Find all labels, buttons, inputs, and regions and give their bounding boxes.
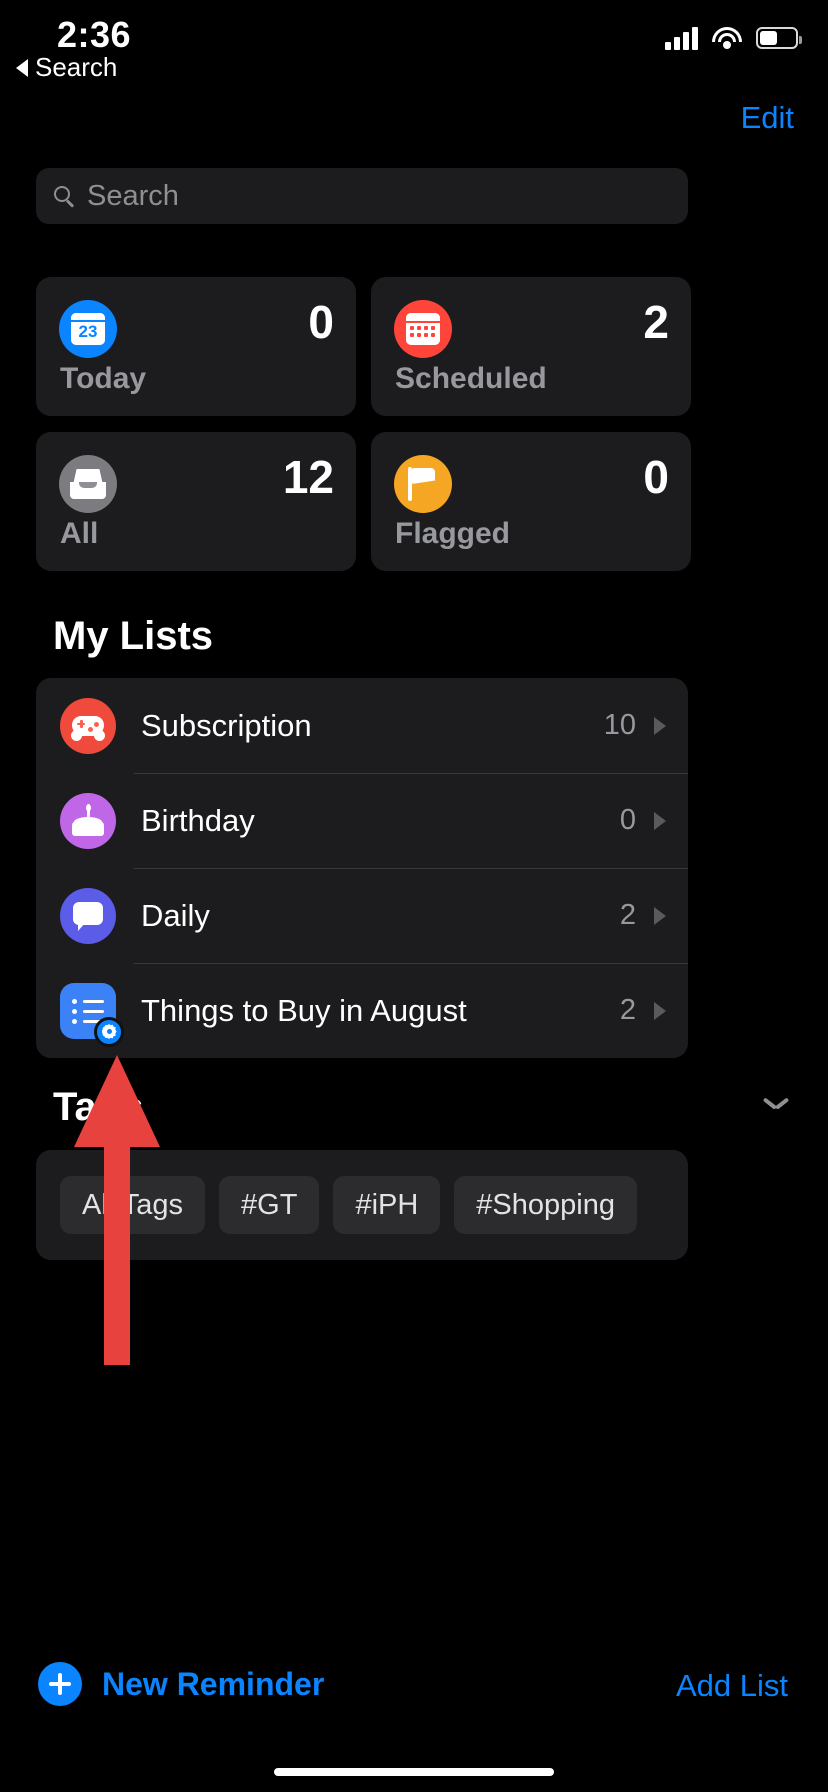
cellular-signal-icon — [665, 26, 698, 50]
new-reminder-label: New Reminder — [102, 1666, 324, 1703]
chevron-right-icon — [654, 812, 666, 830]
smart-list-card-all[interactable]: 12 All — [36, 432, 356, 571]
tags-panel: All Tags #GT #iPH #Shopping — [36, 1150, 688, 1260]
calendar-day-icon: 23 — [59, 300, 117, 358]
flag-icon — [394, 455, 452, 513]
list-count: 0 — [620, 804, 636, 837]
smart-list-label: Today — [60, 362, 146, 396]
smart-list-count: 2 — [643, 295, 669, 349]
birthday-cake-icon — [60, 793, 116, 849]
list-name: Subscription — [141, 708, 604, 744]
search-placeholder: Search — [87, 180, 179, 213]
back-to-search-link[interactable]: Search — [16, 52, 117, 83]
smart-list-label: All — [60, 517, 98, 551]
plus-circle-icon — [38, 1662, 82, 1706]
home-indicator[interactable] — [274, 1768, 554, 1776]
edit-button[interactable]: Edit — [741, 100, 794, 136]
smart-list-count: 12 — [283, 450, 334, 504]
smart-list-card-flagged[interactable]: 0 Flagged — [371, 432, 691, 571]
speech-bubble-icon — [60, 888, 116, 944]
list-count: 2 — [620, 899, 636, 932]
gamepad-icon — [60, 698, 116, 754]
status-time: 2:36 — [57, 14, 131, 56]
chevron-down-icon[interactable] — [764, 1095, 788, 1109]
smart-list-label: Scheduled — [395, 362, 547, 396]
inbox-tray-icon — [59, 455, 117, 513]
add-list-button[interactable]: Add List — [676, 1668, 788, 1704]
list-row-subscription[interactable]: Subscription 10 — [36, 678, 688, 773]
search-icon — [54, 186, 75, 207]
battery-icon — [756, 27, 798, 49]
calendar-grid-icon — [394, 300, 452, 358]
smart-lists-grid: 23 0 Today 2 Scheduled 12 All — [36, 277, 692, 571]
list-name: Daily — [141, 898, 620, 934]
my-lists-heading: My Lists — [53, 614, 213, 659]
smart-list-count: 0 — [643, 450, 669, 504]
tag-pill-iph[interactable]: #iPH — [333, 1176, 440, 1234]
chevron-right-icon — [654, 717, 666, 735]
smart-list-count: 0 — [308, 295, 334, 349]
search-field[interactable]: Search — [36, 168, 688, 224]
list-count: 2 — [620, 994, 636, 1027]
list-row-daily[interactable]: Daily 2 — [36, 868, 688, 963]
list-name: Things to Buy in August — [141, 993, 620, 1029]
tag-pill-all-tags[interactable]: All Tags — [60, 1176, 205, 1234]
new-reminder-button[interactable]: New Reminder — [38, 1662, 324, 1706]
reminders-app-screen: 2:36 Search Edit Search 23 0 To — [0, 0, 828, 1792]
back-caret-icon — [16, 59, 28, 77]
my-lists-group: Subscription 10 Birthday 0 Daily 2 — [36, 678, 688, 1058]
tag-pill-shopping[interactable]: #Shopping — [454, 1176, 637, 1234]
smart-list-label: Flagged — [395, 517, 510, 551]
chevron-right-icon — [654, 1002, 666, 1020]
bulleted-list-icon — [60, 983, 116, 1039]
wifi-icon — [712, 27, 742, 49]
bottom-toolbar: New Reminder Add List — [0, 1662, 828, 1732]
list-name: Birthday — [141, 803, 620, 839]
list-row-birthday[interactable]: Birthday 0 — [36, 773, 688, 868]
chevron-right-icon — [654, 907, 666, 925]
status-indicators — [665, 26, 798, 50]
smart-list-card-today[interactable]: 23 0 Today — [36, 277, 356, 416]
back-label: Search — [35, 52, 117, 83]
gear-icon[interactable] — [94, 1017, 124, 1047]
tags-heading: Tags — [53, 1085, 143, 1130]
smart-list-card-scheduled[interactable]: 2 Scheduled — [371, 277, 691, 416]
tag-pill-gt[interactable]: #GT — [219, 1176, 319, 1234]
list-row-things-to-buy-in-august[interactable]: Things to Buy in August 2 — [36, 963, 688, 1058]
list-count: 10 — [604, 709, 636, 742]
status-bar: 2:36 — [0, 0, 828, 96]
